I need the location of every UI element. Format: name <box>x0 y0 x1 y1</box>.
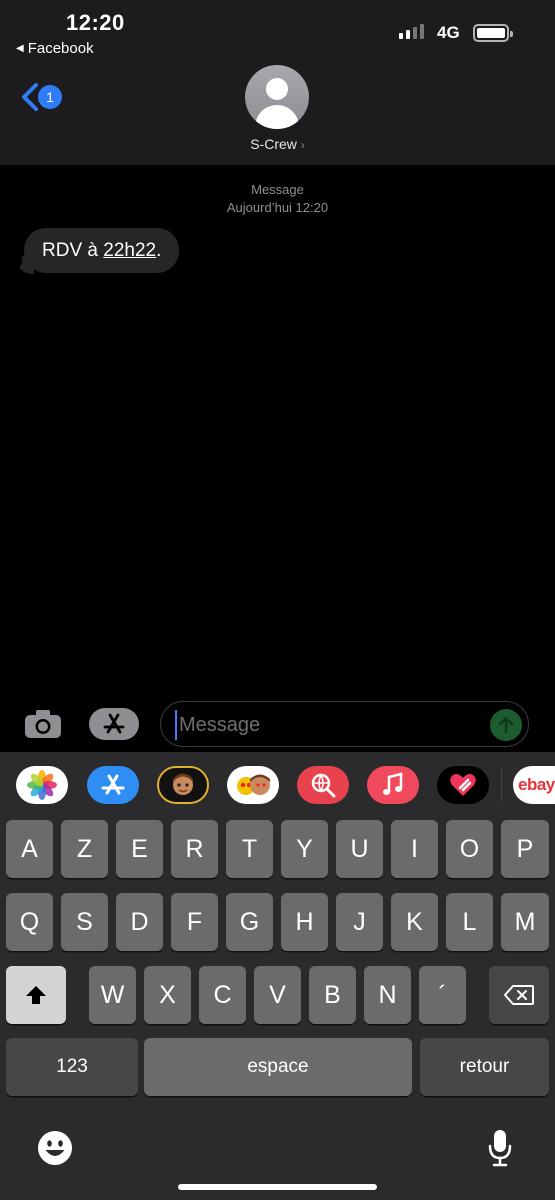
message-bubble[interactable]: RDV à 22h22. <box>24 228 180 273</box>
key-x[interactable]: X <box>144 966 191 1024</box>
shift-key[interactable] <box>6 966 66 1024</box>
key-e[interactable]: E <box>116 820 163 878</box>
key-k[interactable]: K <box>391 893 438 951</box>
chevron-right-icon: › <box>300 138 305 152</box>
battery-icon <box>473 24 513 42</box>
arrow-up-icon <box>498 716 514 734</box>
header-area: 12:20 ◀ Facebook 4G 1 S-Crew › <box>0 0 555 165</box>
unread-badge: 1 <box>38 85 62 109</box>
key-z[interactable]: Z <box>61 820 108 878</box>
memoji-icon <box>173 773 193 795</box>
shift-arrow-icon <box>26 986 46 1004</box>
photos-icon <box>27 770 57 800</box>
key-m[interactable]: M <box>501 893 549 951</box>
network-label: 4G <box>437 23 460 42</box>
memoji-app-button[interactable] <box>157 766 209 804</box>
key-l[interactable]: L <box>446 893 493 951</box>
emoji-button[interactable] <box>35 1128 75 1168</box>
message-suffix: . <box>156 239 162 261</box>
app-store-icon <box>103 713 125 734</box>
memoji-stickers-app-button[interactable] <box>227 766 279 804</box>
ebay-app-button[interactable]: ebay <box>513 766 555 804</box>
key-i[interactable]: I <box>391 820 438 878</box>
heart-touch-icon <box>450 774 476 796</box>
contact-avatar[interactable] <box>245 65 309 129</box>
imessage-app-strip: ebay <box>0 752 555 820</box>
keyboard: A Z E R T Y U I O P Q S D F G H J K L M … <box>0 820 555 1200</box>
send-button[interactable] <box>490 709 522 741</box>
contact-name-button[interactable]: S-Crew › <box>0 136 555 152</box>
key-g[interactable]: G <box>226 893 273 951</box>
back-button[interactable]: 1 <box>20 82 62 112</box>
image-search-app-button[interactable] <box>297 766 349 804</box>
time-link[interactable]: 22h22 <box>103 240 156 262</box>
key-w[interactable]: W <box>89 966 136 1024</box>
app-strip-divider <box>501 768 502 802</box>
key-q[interactable]: Q <box>6 893 53 951</box>
key-j[interactable]: J <box>336 893 383 951</box>
chevron-left-icon <box>22 83 38 111</box>
emoji-face-icon <box>38 1131 72 1165</box>
photos-app-button[interactable] <box>16 766 68 804</box>
delete-icon <box>504 985 534 1005</box>
message-text: RDV à <box>42 239 104 261</box>
music-note-icon <box>383 772 403 795</box>
key-y[interactable]: Y <box>281 820 328 878</box>
key-o[interactable]: O <box>446 820 493 878</box>
key-h[interactable]: H <box>281 893 328 951</box>
message-input[interactable] <box>175 710 475 740</box>
key-t[interactable]: T <box>226 820 273 878</box>
music-app-button[interactable] <box>367 766 419 804</box>
app-store-app-button[interactable] <box>87 766 139 804</box>
ebay-label: ebay <box>518 775 555 794</box>
key-v[interactable]: V <box>254 966 301 1024</box>
microphone-icon <box>488 1130 512 1167</box>
camera-icon <box>25 710 61 738</box>
back-triangle-icon: ◀ <box>16 43 24 54</box>
globe-search-icon <box>311 773 336 798</box>
dictation-button[interactable] <box>482 1126 518 1170</box>
numbers-key[interactable]: 123 <box>6 1038 138 1096</box>
key-p[interactable]: P <box>501 820 549 878</box>
key-b[interactable]: B <box>309 966 356 1024</box>
contact-name: S-Crew <box>250 136 297 152</box>
app-store-a-icon <box>101 774 125 795</box>
digital-touch-app-button[interactable] <box>437 766 489 804</box>
back-to-app-link[interactable]: ◀ Facebook <box>16 40 94 57</box>
app-store-toggle-button[interactable] <box>89 708 139 740</box>
key-s[interactable]: S <box>61 893 108 951</box>
delete-key[interactable] <box>489 966 549 1024</box>
service-label: Message <box>251 182 304 197</box>
memoji-stickers-icon <box>237 774 270 795</box>
return-key[interactable]: retour <box>420 1038 549 1096</box>
status-time: 12:20 <box>66 10 125 35</box>
key-a[interactable]: A <box>6 820 53 878</box>
message-timestamp: Aujourd’hui 12:20 <box>226 200 329 215</box>
key-f[interactable]: F <box>171 893 218 951</box>
back-app-label: Facebook <box>27 40 94 57</box>
key-u[interactable]: U <box>336 820 383 878</box>
message-field[interactable] <box>160 701 529 747</box>
key-c[interactable]: C <box>199 966 246 1024</box>
space-key[interactable]: espace <box>144 1038 412 1096</box>
key-d[interactable]: D <box>116 893 163 951</box>
camera-button[interactable] <box>22 706 64 742</box>
signal-icon <box>399 24 424 39</box>
key-acute-accent[interactable]: ´ <box>419 966 466 1024</box>
home-indicator[interactable] <box>178 1184 377 1190</box>
key-r[interactable]: R <box>171 820 218 878</box>
key-n[interactable]: N <box>364 966 411 1024</box>
